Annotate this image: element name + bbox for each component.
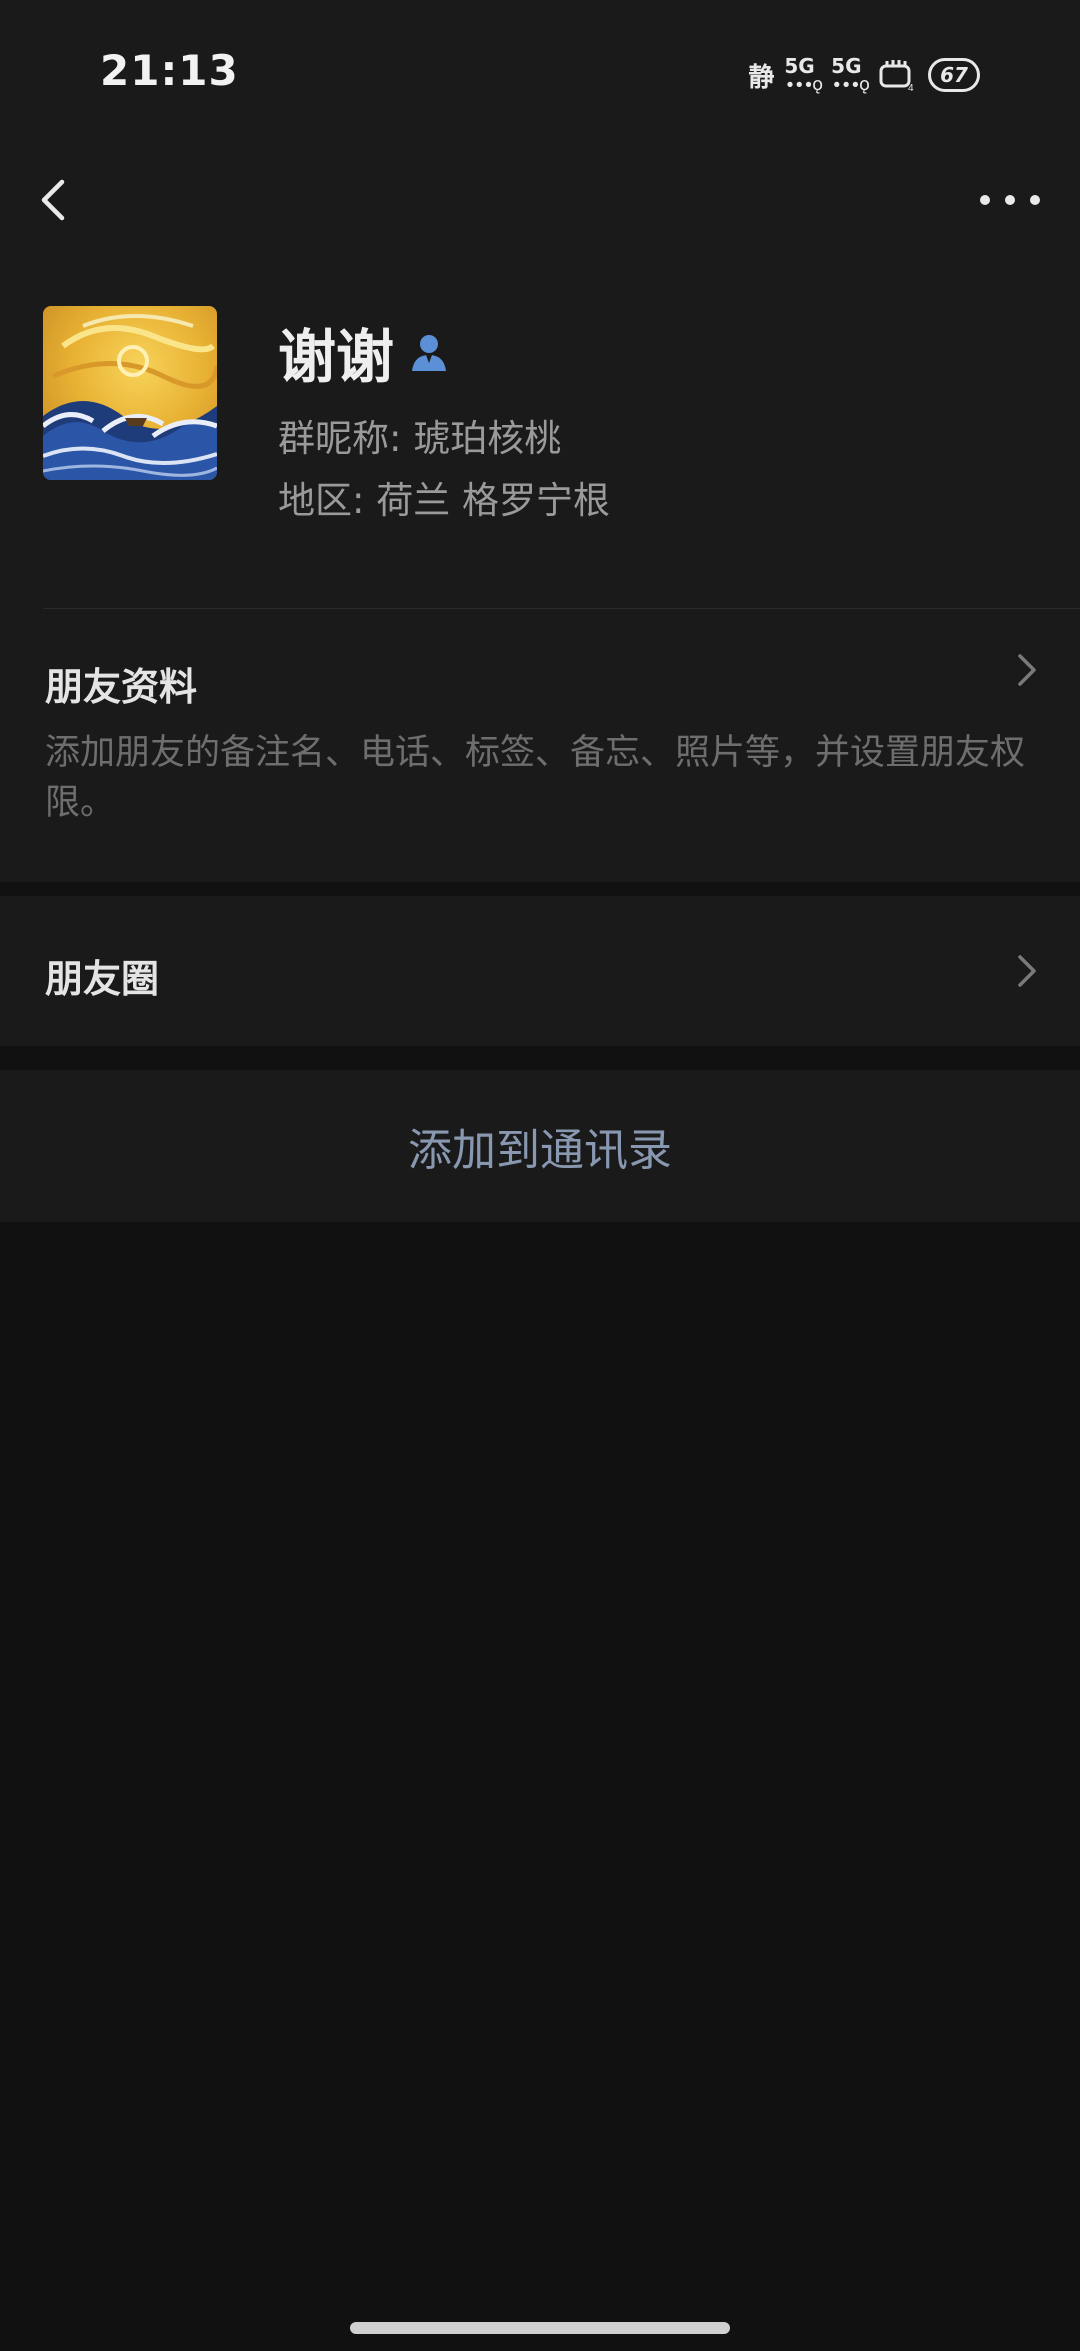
moments-title: 朋友圈 xyxy=(45,957,160,1001)
avatar-image xyxy=(43,306,217,480)
more-dots-icon[interactable] xyxy=(980,180,1040,220)
signal-5g-icon: 5G ∙∙∙ǫ xyxy=(784,54,823,95)
chevron-right-icon xyxy=(1018,654,1036,686)
signal-5g-2-icon: 5G ∙∙∙ǫ xyxy=(831,54,870,95)
profile-header: 谢谢 群昵称: 琥珀核桃 地区: 荷兰 格罗宁根 朋友资料 添加朋友的备注名、电… xyxy=(0,150,1080,882)
svg-text:4: 4 xyxy=(908,83,914,92)
battery-icon: 67 xyxy=(928,58,980,92)
status-bar: 21:13 静 5G ∙∙∙ǫ 5G ∙∙∙ǫ 4 67 xyxy=(0,0,1080,150)
add-to-contacts-button[interactable]: 添加到通讯录 xyxy=(0,1070,1080,1222)
region: 地区: 荷兰 格罗宁根 xyxy=(278,479,610,522)
avatar[interactable] xyxy=(43,306,217,480)
divider xyxy=(43,608,1080,609)
silent-mode-icon: 静 xyxy=(748,62,775,93)
profile-name: 谢谢 xyxy=(278,323,395,391)
back-chevron-icon[interactable] xyxy=(30,170,80,230)
add-to-contacts-label: 添加到通讯录 xyxy=(408,1125,672,1176)
friend-info-description: 添加朋友的备注名、电话、标签、备忘、照片等，并设置朋友权限。 xyxy=(45,733,1026,823)
moments-row[interactable]: 朋友圈 xyxy=(0,896,1080,1046)
wifi-cast-icon: 4 xyxy=(879,60,914,92)
status-time: 21:13 xyxy=(100,46,239,95)
chevron-right-icon xyxy=(1018,955,1036,987)
status-icons: 静 5G ∙∙∙ǫ 5G ∙∙∙ǫ 4 67 xyxy=(748,50,980,100)
person-icon xyxy=(412,335,447,371)
name-row: 谢谢 xyxy=(278,310,450,394)
group-nickname: 群昵称: 琥珀核桃 xyxy=(278,417,562,460)
profile-screen: 21:13 静 5G ∙∙∙ǫ 5G ∙∙∙ǫ 4 67 谢谢 群昵称: 琥珀核… xyxy=(0,0,1080,2351)
home-indicator[interactable] xyxy=(350,2322,730,2334)
friend-info-title: 朋友资料 xyxy=(45,665,198,709)
